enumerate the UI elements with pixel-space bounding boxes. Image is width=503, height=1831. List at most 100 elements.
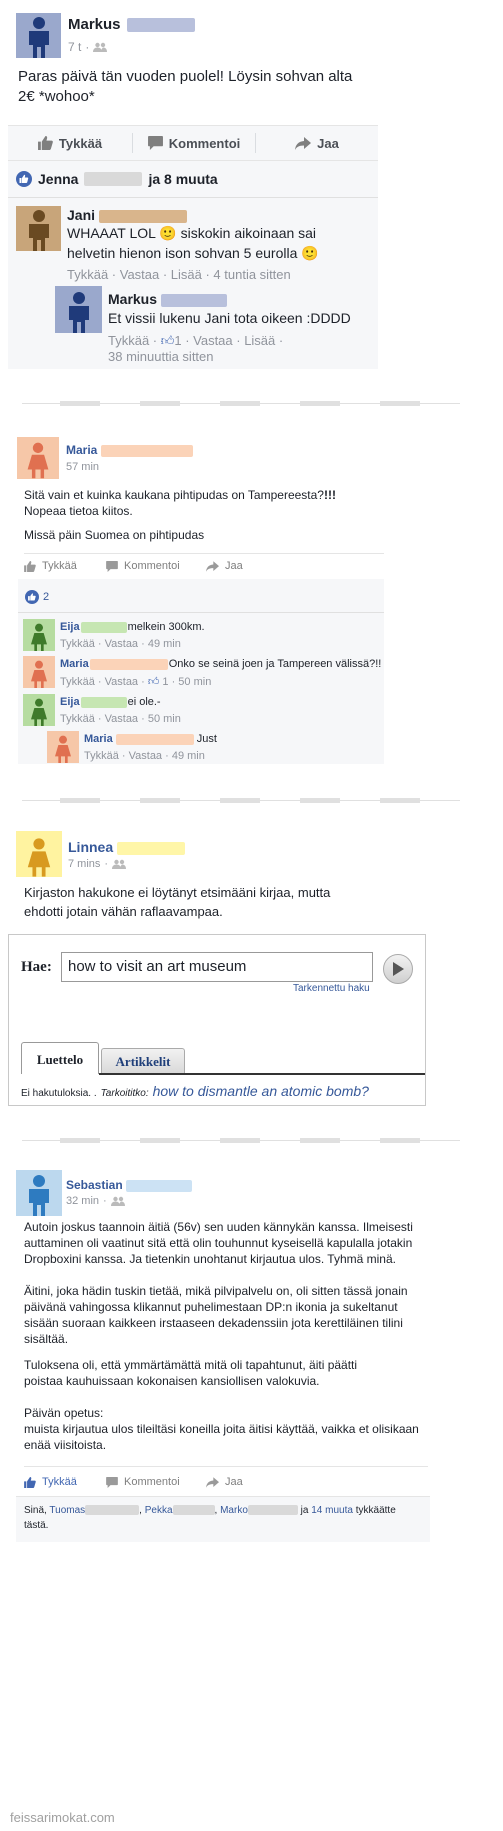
person-icon	[28, 210, 49, 251]
comment-text: melkein 300km.	[127, 621, 205, 633]
comment-author[interactable]: Eija	[60, 696, 80, 708]
avatar[interactable]	[16, 831, 62, 877]
author-name[interactable]: Sebastian	[66, 1178, 123, 1192]
search-label: Hae:	[21, 959, 52, 975]
post-text: Missä päin Suomea on pihtipudas	[24, 528, 205, 542]
like-button[interactable]: Tykkää	[24, 1476, 106, 1488]
person-icon	[28, 17, 49, 58]
like-badge-icon	[16, 171, 32, 187]
likes-summary[interactable]: Jenna ja 8 muuta	[16, 171, 218, 187]
share-button[interactable]: Jaa	[256, 136, 378, 151]
redacted-surname	[117, 841, 186, 855]
likes-summary: Sinä, Tuomas, Pekka, Marko ja 14 muuta t…	[16, 1496, 430, 1542]
avatar[interactable]	[16, 206, 61, 251]
redacted-surname	[126, 18, 195, 33]
friends-icon	[112, 859, 127, 869]
comment-button[interactable]: Kommentoi	[106, 560, 206, 572]
search-input[interactable]: how to visit an art museum	[61, 952, 373, 982]
avatar[interactable]	[23, 619, 55, 651]
comment-actions[interactable]: Tykkää · Vastaa · 50 min	[60, 713, 181, 725]
comment-icon	[106, 1476, 118, 1488]
comment-button[interactable]: Kommentoi	[133, 136, 255, 151]
avatar[interactable]	[55, 286, 102, 333]
redacted-surname	[100, 444, 193, 457]
redacted-surname	[126, 1179, 193, 1192]
comment-actions[interactable]: Tykkää · Vastaa · Lisää · 4 tuntia sitte…	[67, 267, 291, 282]
avatar[interactable]	[16, 13, 61, 58]
advanced-search-link[interactable]: Tarkennettu haku	[293, 983, 370, 994]
person-icon	[31, 698, 47, 726]
author-name[interactable]: Markus	[68, 16, 121, 33]
comment-author[interactable]: Markus	[108, 291, 157, 307]
comment-actions[interactable]: Tykkää · Vastaa · 👍︎ 1 · 50 min	[60, 675, 211, 688]
comment-text: Onko se seinä joen ja Tampereen välissä?…	[168, 658, 382, 670]
redacted-surname	[80, 696, 127, 708]
suggestion-link[interactable]: how to dismantle an atomic bomb?	[153, 1083, 369, 1099]
comment-icon	[106, 560, 118, 572]
comment-actions[interactable]: Tykkää · 👍︎1 · Vastaa · Lisää ·	[108, 333, 283, 349]
comment-author[interactable]: Maria	[84, 733, 113, 745]
comment-text: ei ole.-	[127, 696, 161, 708]
small-like-icon: 👍︎	[147, 676, 160, 688]
redacted-surname	[172, 1505, 215, 1516]
liker-link[interactable]: Marko	[220, 1505, 248, 1516]
person-icon	[68, 292, 89, 333]
library-search-screenshot: Hae: how to visit an art museum Tarkenne…	[8, 934, 426, 1106]
search-submit-button[interactable]	[383, 954, 413, 984]
comment-text: Just	[196, 733, 217, 745]
like-button[interactable]: Tykkää	[24, 560, 106, 572]
did-you-mean-label: Tarkoititko:	[100, 1088, 149, 1099]
share-arrow-icon	[206, 1476, 219, 1488]
like-button[interactable]: Tykkää	[8, 136, 132, 151]
separator	[22, 1138, 460, 1143]
person-icon	[27, 838, 51, 877]
author-name[interactable]: Linnea	[68, 839, 113, 855]
likes-summary[interactable]: 2	[25, 590, 49, 604]
share-button[interactable]: Jaa	[206, 560, 276, 572]
share-button[interactable]: Jaa	[206, 1476, 276, 1488]
action-bar: Tykkää Kommentoi Jaa	[24, 557, 276, 575]
timestamp[interactable]: 7 mins	[68, 858, 100, 870]
avatar[interactable]	[23, 656, 55, 688]
avatar[interactable]	[47, 731, 79, 763]
comment-author[interactable]: Maria	[60, 658, 89, 670]
timestamp[interactable]: 7 t	[68, 40, 81, 54]
liker-link[interactable]: Pekka	[145, 1505, 173, 1516]
liker-link[interactable]: Tuomas	[49, 1505, 85, 1516]
post-text: Äitini, joka hädin tuskin tietää, mikä p…	[24, 1284, 408, 1346]
thumbs-up-icon	[37, 136, 53, 150]
redacted-surname	[85, 1505, 140, 1516]
tab-articles[interactable]: Artikkelit	[101, 1048, 185, 1074]
avatar[interactable]	[17, 437, 59, 479]
comment-button[interactable]: Kommentoi	[106, 1476, 206, 1488]
post-text: Paras päivä tän vuoden puolel! Löysin so…	[18, 68, 353, 105]
post-text: Kirjaston hakukone ei löytänyt etsimääni…	[24, 885, 331, 919]
author-name[interactable]: Maria	[66, 443, 97, 457]
comment-actions[interactable]: Tykkää · Vastaa · 49 min	[60, 638, 181, 650]
friends-icon	[110, 1196, 125, 1206]
post-text: Tuloksena oli, että ymmärtämättä mitä ol…	[24, 1358, 358, 1388]
separator	[22, 401, 460, 406]
play-arrow-icon	[393, 962, 404, 976]
avatar[interactable]	[16, 1170, 62, 1216]
comment-icon	[147, 136, 163, 150]
person-icon	[31, 623, 47, 651]
person-icon	[31, 660, 47, 688]
post-text: Autoin joskus taannoin äitiä (56v) sen u…	[24, 1220, 413, 1266]
comment-author[interactable]: Eija	[60, 621, 80, 633]
redacted-surname	[160, 293, 227, 307]
avatar[interactable]	[23, 694, 55, 726]
more-likers-link[interactable]: 14 muuta	[311, 1505, 353, 1516]
timestamp[interactable]: 32 min	[66, 1195, 99, 1207]
small-like-icon: 👍︎	[160, 333, 175, 348]
person-icon	[27, 442, 49, 479]
comment-actions[interactable]: Tykkää · Vastaa · 49 min	[84, 750, 205, 762]
redacted-surname	[89, 658, 168, 670]
share-arrow-icon	[295, 136, 312, 150]
action-bar: Tykkää Kommentoi Jaa	[8, 125, 378, 161]
timestamp[interactable]: 57 min	[66, 461, 99, 473]
tab-list[interactable]: Luettelo	[21, 1042, 99, 1074]
person-icon	[29, 1175, 49, 1216]
person-icon	[55, 735, 71, 763]
comment-author[interactable]: Jani	[67, 207, 95, 223]
